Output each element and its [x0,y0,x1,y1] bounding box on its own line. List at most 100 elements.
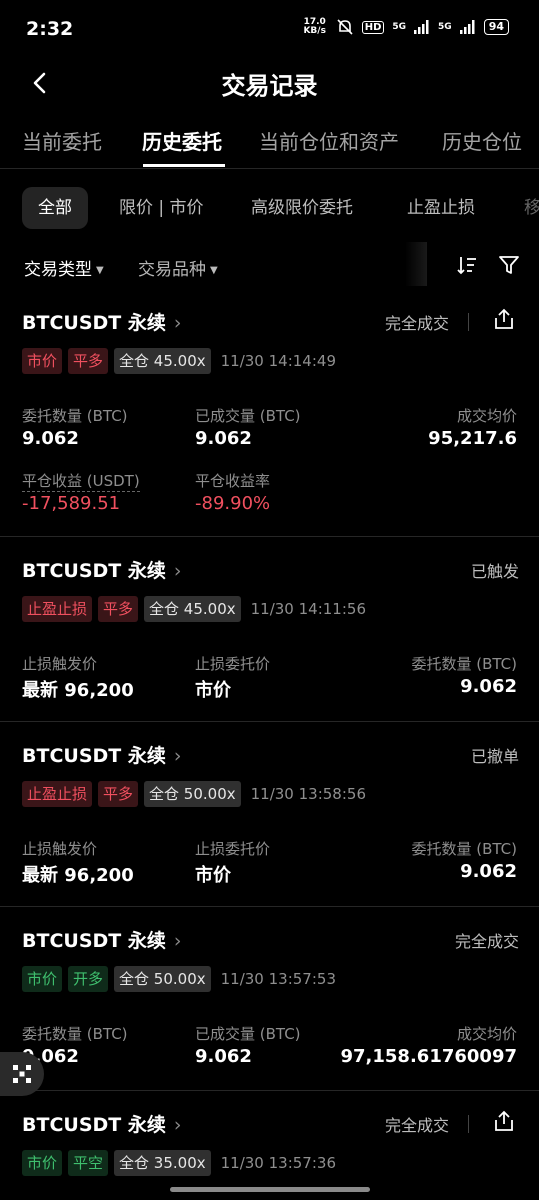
order-card[interactable]: BTCUSDT 永续 › 已撤单 止盈止损 平多 全仓 50.00x 11/30 … [0,733,539,905]
fade-divider [405,242,427,286]
field-label: 平仓收益率 [195,472,271,490]
field-value: 95,217.6 [428,428,517,449]
active-tab-indicator [143,164,225,167]
field-label: 成交均价 [456,1025,517,1043]
status-divider [468,1115,469,1133]
page-title: 交易记录 [221,72,318,100]
order-tags: 市价 开多 全仓 50.00x 11/30 13:57:53 [22,965,336,993]
side-tag: 平多 [98,781,139,807]
share-icon[interactable] [491,306,517,332]
field-value: 最新 96,200 [22,865,134,886]
chip-limit-market[interactable]: 限价 | 市价 [119,187,204,229]
order-type-tag: 市价 [22,966,63,992]
field-value: 9.062 [22,428,79,449]
field-value: 97,158.61760097 [340,1046,518,1067]
tab-current-orders[interactable]: 当前委托 [22,126,102,155]
side-tag: 平多 [68,348,109,374]
order-timestamp: 11/30 13:58:56 [250,785,366,803]
order-status: 完全成交 [454,932,519,951]
symbol-filter[interactable]: 交易品种 ▼ [138,255,218,280]
sort-icon[interactable] [456,254,478,276]
symbol-filter-label: 交易品种 [138,260,206,280]
margin-leverage-tag: 全仓 50.00x [144,781,241,807]
order-status: 完全成交 [385,1116,450,1135]
symbol-label: BTCUSDT 永续 [22,930,166,952]
order-symbol[interactable]: BTCUSDT 永续 › [22,308,181,335]
field-label: 已成交量 (BTC) [195,407,301,425]
order-card[interactable]: BTCUSDT 永续 › 完全成交 市价 开多 全仓 50.00x 11/30 1… [0,918,539,1090]
order-tags: 止盈止损 平多 全仓 45.00x 11/30 14:11:56 [22,595,366,623]
order-card[interactable]: BTCUSDT 永续 › 完全成交 市价 平空 全仓 35.00x 11/30 1… [0,1102,539,1200]
chip-tp-sl[interactable]: 止盈止损 [407,187,475,229]
chevron-right-icon: › [173,745,182,767]
order-tags: 止盈止损 平多 全仓 50.00x 11/30 13:58:56 [22,780,366,808]
filter-icon[interactable] [498,254,520,276]
order-tags: 市价 平空 全仓 35.00x 11/30 13:57:36 [22,1149,336,1177]
field-value: 最新 96,200 [22,680,134,701]
order-status: 完全成交 [385,314,450,333]
tab-bar: 当前委托 历史委托 当前仓位和资产 历史仓位 [0,122,539,167]
bell-muted-icon [337,19,353,35]
floating-tool-button[interactable] [0,1052,44,1096]
status-icons: 17.0 KB/s HD 5G 5G 94 [302,18,509,36]
symbol-label: BTCUSDT 永续 [22,745,166,767]
field-label: 委托数量 (BTC) [22,407,128,425]
chip-advanced-limit[interactable]: 高级限价委托 [251,187,353,229]
order-status: 已撤单 [470,747,519,766]
signal-1-icon [414,20,429,34]
battery-icon: 94 [483,19,509,35]
chip-more[interactable]: 移 [524,187,539,229]
tab-positions-assets[interactable]: 当前仓位和资产 [259,126,399,155]
trade-type-filter[interactable]: 交易类型 ▼ [24,255,104,280]
order-card[interactable]: BTCUSDT 永续 › 完全成交 市价 平多 全仓 45.00x 11/30 1… [0,300,539,536]
status-bar: 2:32 17.0 KB/s HD 5G 5G 94 [0,0,539,60]
tab-order-history[interactable]: 历史委托 [142,126,222,155]
order-symbol[interactable]: BTCUSDT 永续 › [22,1110,181,1137]
field-label: 成交均价 [456,407,517,425]
signal-1-label: 5G [392,22,407,32]
tab-position-history[interactable]: 历史仓位 [442,126,522,155]
pnl-rate-value: -89.90% [195,493,271,514]
home-indicator[interactable] [170,1187,370,1192]
field-value: 9.062 [460,861,517,882]
margin-leverage-tag: 全仓 45.00x [144,596,241,622]
chevron-right-icon: › [173,1114,182,1136]
symbol-label: BTCUSDT 永续 [22,1114,166,1136]
hd-icon: HD [361,20,385,34]
order-timestamp: 11/30 14:14:49 [220,352,336,370]
card-divider [0,536,539,537]
status-divider [468,313,469,331]
order-symbol[interactable]: BTCUSDT 永续 › [22,741,181,768]
field-label: 止损委托价 [195,655,271,673]
card-divider [0,1090,539,1091]
field-label[interactable]: 平仓收益 (USDT) [22,470,140,492]
side-tag: 平多 [98,596,139,622]
margin-leverage-tag: 全仓 50.00x [114,966,211,992]
order-symbol[interactable]: BTCUSDT 永续 › [22,926,181,953]
tab-divider [0,168,539,169]
symbol-label: BTCUSDT 永续 [22,312,166,334]
side-tag: 平空 [68,1150,109,1176]
field-value: 市价 [195,680,231,701]
margin-leverage-tag: 全仓 45.00x [114,348,211,374]
pnl-value: -17,589.51 [22,493,121,514]
order-type-tag: 止盈止损 [22,596,93,622]
field-label: 止损委托价 [195,840,271,858]
chip-all[interactable]: 全部 [22,187,88,229]
order-timestamp: 11/30 14:11:56 [250,600,366,618]
share-icon[interactable] [491,1108,517,1134]
order-card[interactable]: BTCUSDT 永续 › 已触发 止盈止损 平多 全仓 45.00x 11/30 … [0,548,539,720]
field-label: 止损触发价 [22,655,98,673]
order-symbol[interactable]: BTCUSDT 永续 › [22,556,181,583]
field-value: 9.062 [195,428,252,449]
caret-down-icon: ▼ [96,264,104,276]
order-type-tag: 止盈止损 [22,781,93,807]
side-tag: 开多 [68,966,109,992]
order-type-tag: 市价 [22,1150,63,1176]
signal-2-icon [459,20,475,34]
order-type-tag: 市价 [22,348,63,374]
chevron-right-icon: › [173,312,182,334]
field-label: 委托数量 (BTC) [411,840,517,858]
order-timestamp: 11/30 13:57:36 [220,1154,336,1172]
field-value: 9.062 [460,676,517,697]
